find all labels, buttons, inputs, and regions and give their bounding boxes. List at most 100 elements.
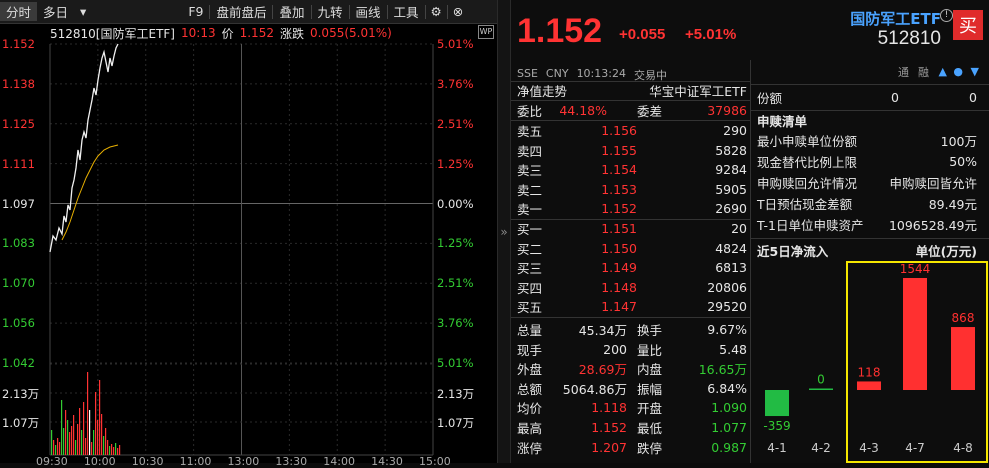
inflow-bar (857, 381, 881, 390)
dot-icon[interactable]: ● (953, 65, 963, 78)
bell-icon[interactable]: ▲ (939, 65, 947, 78)
volume-bar (117, 448, 119, 455)
stat-label: 涨停 (517, 440, 543, 456)
inflow-category-label: 4-7 (905, 441, 925, 455)
last-price: 1.152 (517, 12, 603, 50)
stat-value: 9.67% (707, 322, 747, 337)
level-price[interactable]: 1.148 (601, 280, 637, 295)
stat-label: 现手 (517, 342, 543, 358)
item-label: T-1日单位申赎资产 (757, 218, 864, 233)
average-price-line (61, 144, 119, 241)
volume-bar (111, 444, 113, 455)
inflow-bar (951, 327, 975, 390)
y-tick-label: 1.111 (2, 156, 35, 171)
volume-bar (81, 430, 83, 455)
volume-bar (85, 438, 87, 455)
level-price[interactable]: 1.150 (601, 241, 637, 256)
x-tick-label: 14:00 (323, 455, 355, 468)
item-label: 申购赎回允许情况 (757, 176, 858, 191)
level-price[interactable]: 1.155 (601, 143, 637, 158)
item-value: 89.49元 (928, 197, 977, 212)
stat-label: 内盘 (637, 362, 663, 378)
volume-bar (67, 420, 69, 455)
level-price[interactable]: 1.153 (601, 182, 637, 197)
inflow-category-label: 4-2 (811, 441, 831, 455)
inflow-value-label: 118 (858, 365, 881, 379)
collapse-toggle[interactable]: » (497, 0, 511, 463)
inflow-bar (765, 390, 789, 417)
y-pct-label: 5.01% (437, 356, 474, 370)
y-pct-label: 5.01% (437, 37, 474, 51)
x-tick-label: 13:00 (227, 455, 260, 468)
volume-bar (77, 424, 79, 455)
x-tick-label: 10:00 (83, 455, 116, 468)
level-label: 卖三 (517, 163, 543, 179)
nav-row[interactable]: 净值走势 华宝中证军工ETF (517, 81, 747, 100)
y-pct-label: 3.76% (437, 76, 474, 91)
level-price[interactable]: 1.156 (601, 123, 637, 138)
level-price[interactable]: 1.154 (601, 162, 637, 177)
creation-list-item: T日预估现金差额 89.49元 (751, 194, 981, 213)
volume-bar (79, 408, 81, 455)
stat-row: 均价 1.118 开盘 1.090 (517, 398, 747, 417)
tab-tong[interactable]: 通 (898, 64, 909, 80)
level-volume: 9284 (715, 162, 747, 178)
item-label: 现金替代比例上限 (757, 155, 858, 170)
y-tick-label: 1.097 (2, 196, 35, 211)
volume-tick-label: 1.07万 (2, 416, 40, 430)
wc-label: 委差 (637, 104, 663, 119)
stat-row: 总量 45.34万 换手 9.67% (517, 320, 747, 339)
order-book-row: 卖五 1.156 290 (517, 121, 747, 140)
stat-row: 外盘 28.69万 内盘 16.65万 (517, 359, 747, 378)
y-tick-label: 1.152 (2, 37, 35, 51)
double-chevron-right-icon[interactable]: » (500, 225, 507, 239)
order-book-row: 买三 1.149 6813 (517, 258, 747, 277)
security-name[interactable]: 国防军工ETF (850, 8, 941, 29)
divider (751, 238, 989, 239)
level-volume: 6813 (715, 260, 747, 276)
level-price[interactable]: 1.152 (601, 201, 637, 216)
stat-value: 1.207 (591, 439, 627, 455)
stat-label: 外盘 (517, 362, 543, 378)
volume-bar (99, 380, 101, 455)
level-price[interactable]: 1.147 (601, 299, 637, 314)
order-book-row: 买四 1.148 20806 (517, 278, 747, 297)
level-label: 买四 (517, 280, 543, 296)
level-volume: 29520 (707, 299, 747, 315)
order-book-row: 卖四 1.155 5828 (517, 141, 747, 160)
x-tick-label: 10:30 (131, 455, 164, 468)
y-pct-label: 3.76% (437, 316, 474, 331)
level-price[interactable]: 1.151 (601, 221, 637, 236)
intraday-chart-pane[interactable]: 分时 多日 ▾ F9 盘前盘后 叠加 九转 画线 工具 ⚙ ⊗ 512810[国… (0, 0, 497, 468)
level-volume: 5828 (715, 142, 747, 158)
level-price[interactable]: 1.149 (601, 260, 637, 275)
stat-label: 跌停 (637, 440, 663, 456)
stat-value: 45.34万 (578, 323, 627, 338)
net-inflow-header: 近5日净流入 单位(万元) (751, 241, 981, 260)
volume-tick-label: 1.07万 (437, 416, 475, 430)
volume-bar (89, 410, 91, 455)
level-volume: 2690 (715, 201, 747, 217)
volume-bar (69, 432, 71, 455)
volume-bar (71, 426, 73, 455)
info-icon[interactable]: ! (940, 9, 953, 22)
order-book-row: 卖二 1.153 5905 (517, 180, 747, 199)
side-tabs: 通 融 ▲ ● ▼ (751, 62, 981, 81)
arrow-down-icon[interactable]: ▼ (971, 65, 979, 78)
stat-value: 0.987 (711, 439, 747, 455)
level-label: 卖五 (517, 124, 543, 139)
y-pct-label: 0.00% (437, 196, 474, 211)
inflow-bar (809, 388, 833, 390)
divider (511, 317, 751, 318)
buy-button[interactable]: 买 (953, 10, 983, 40)
y-pct-label: 2.51% (437, 116, 474, 131)
tab-rong[interactable]: 融 (918, 64, 929, 80)
price-change-percent: +5.01% (685, 26, 737, 43)
stat-value: 5.48 (719, 341, 747, 357)
creation-list-item: 申购赎回允许情况 申购赎回皆允许 (751, 173, 981, 192)
wc-value: 37986 (707, 103, 747, 118)
level-label: 买二 (517, 241, 543, 257)
y-pct-label: 1.25% (437, 156, 474, 171)
item-value: 申购赎回皆允许 (889, 176, 977, 191)
level-volume: 20 (731, 221, 747, 236)
